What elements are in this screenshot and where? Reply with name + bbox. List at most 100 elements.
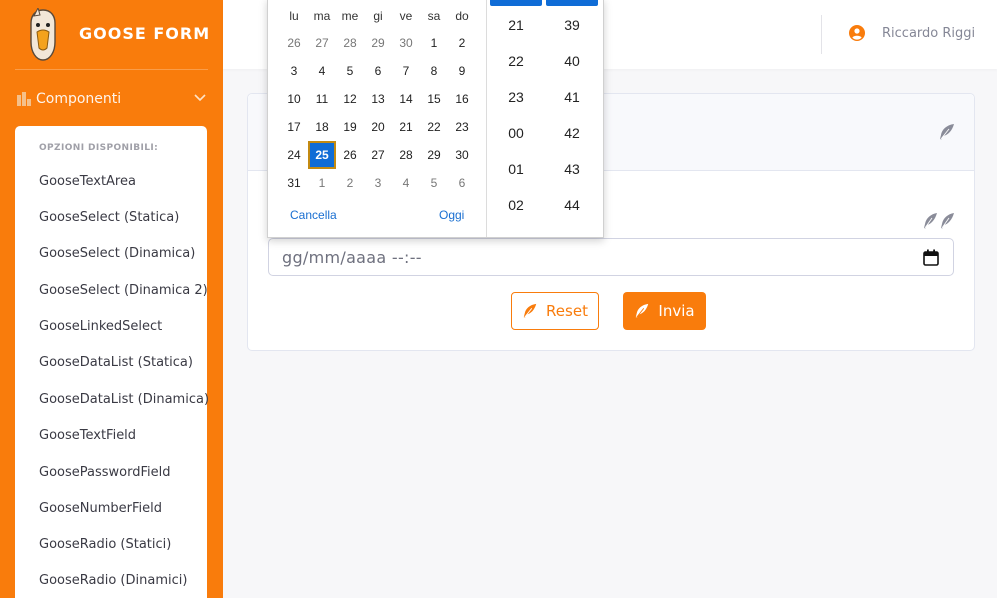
hour-option[interactable]: 21 — [490, 7, 542, 43]
calendar-day[interactable]: 24 — [280, 141, 308, 169]
feather-pair-icon — [924, 213, 954, 229]
topbar-divider — [821, 15, 822, 54]
calendar-day[interactable]: 15 — [420, 85, 448, 113]
minute-option[interactable]: 41 — [546, 79, 598, 115]
sidebar-item-gooseselect-statica[interactable]: GooseSelect (Statica) — [39, 210, 179, 225]
sidebar: GOOSE FORM Componenti OPZIONI DISPONIBIL… — [0, 0, 223, 598]
reset-label: Reset — [546, 302, 588, 320]
calendar-day[interactable]: 8 — [420, 57, 448, 85]
hour-option[interactable]: 22 — [490, 43, 542, 79]
picker-divider — [486, 0, 487, 237]
hour-option[interactable]: 23 — [490, 79, 542, 115]
hour-option[interactable]: 02 — [490, 187, 542, 223]
calendar-day[interactable]: 5 — [420, 169, 448, 197]
calendar-day[interactable]: 31 — [280, 169, 308, 197]
datetime-input[interactable]: gg/mm/aaaa --:-- — [268, 238, 954, 276]
submenu-header: OPZIONI DISPONIBILI: — [39, 143, 159, 153]
send-label: Invia — [658, 302, 695, 320]
minute-option[interactable]: 40 — [546, 43, 598, 79]
calendar-day[interactable]: 25 — [308, 141, 336, 169]
calendar-day[interactable]: 14 — [392, 85, 420, 113]
calendar-day[interactable]: 2 — [336, 169, 364, 197]
calendar-day[interactable]: 13 — [364, 85, 392, 113]
calendar-day[interactable]: 7 — [392, 57, 420, 85]
calendar-day[interactable]: 19 — [336, 113, 364, 141]
sidebar-item-goosenumberfield[interactable]: GooseNumberField — [39, 501, 162, 516]
minute-option[interactable]: 43 — [546, 151, 598, 187]
datetime-picker: lu ma me gi ve sa do 26 27 28 29 30 1 2 3 4 5 6 7 8 9… — [267, 0, 604, 238]
calendar-day[interactable]: 23 — [448, 113, 476, 141]
calendar-day[interactable]: 18 — [308, 113, 336, 141]
calendar-day[interactable]: 1 — [308, 169, 336, 197]
user-menu[interactable]: Riccardo Riggi — [849, 25, 975, 41]
minute-option[interactable]: 44 — [546, 187, 598, 223]
hour-option[interactable]: 01 — [490, 151, 542, 187]
sidebar-item-gooseselect-dinamica-2[interactable]: GooseSelect (Dinamica 2) — [39, 283, 208, 298]
calendar-day[interactable]: 16 — [448, 85, 476, 113]
sidebar-submenu: OPZIONI DISPONIBILI: GooseTextArea Goose… — [15, 126, 209, 598]
calendar-day[interactable]: 29 — [364, 29, 392, 57]
brand[interactable]: GOOSE FORM — [0, 0, 223, 70]
calendar-day[interactable]: 4 — [392, 169, 420, 197]
cancel-button[interactable]: Cancella — [290, 208, 337, 222]
sidebar-divider — [15, 69, 208, 70]
user-circle-icon — [849, 25, 865, 41]
weekday-label: me — [341, 9, 359, 23]
calendar-day[interactable]: 6 — [448, 169, 476, 197]
calendar-day[interactable]: 9 — [448, 57, 476, 85]
calendar-day[interactable]: 27 — [364, 141, 392, 169]
sidebar-item-goosedatalist-dinamica[interactable]: GooseDataList (Dinamica) — [39, 392, 209, 407]
calendar-day[interactable]: 4 — [308, 57, 336, 85]
sidebar-item-gooselinkedselect[interactable]: GooseLinkedSelect — [39, 319, 162, 334]
calendar-day[interactable]: 26 — [280, 29, 308, 57]
minute-option[interactable]: 39 — [546, 7, 598, 43]
feather-icon — [523, 303, 537, 318]
calendar-day[interactable]: 1 — [420, 29, 448, 57]
sidebar-item-gooseradio-statici[interactable]: GooseRadio (Statici) — [39, 537, 171, 552]
calendar-day[interactable]: 28 — [392, 141, 420, 169]
hour-option[interactable]: 00 — [490, 115, 542, 151]
calendar-day[interactable]: 11 — [308, 85, 336, 113]
calendar-day[interactable]: 10 — [280, 85, 308, 113]
sidebar-item-goosedatalist-statica[interactable]: GooseDataList (Statica) — [39, 355, 193, 370]
calendar-day[interactable]: 6 — [364, 57, 392, 85]
weekday-label: sa — [427, 9, 441, 23]
calendar-day[interactable]: 28 — [336, 29, 364, 57]
reset-button[interactable]: Reset — [511, 292, 599, 330]
calendar-day[interactable]: 3 — [280, 57, 308, 85]
sidebar-item-goosetextfield[interactable]: GooseTextField — [39, 428, 136, 443]
calendar-day[interactable]: 22 — [420, 113, 448, 141]
weekday-label: gi — [373, 9, 383, 23]
user-name: Riccardo Riggi — [882, 25, 976, 41]
chevron-down-icon — [194, 94, 206, 102]
sidebar-item-goosepasswordfield[interactable]: GoosePasswordField — [39, 465, 170, 480]
sidebar-item-gooseselect-dinamica[interactable]: GooseSelect (Dinamica) — [39, 246, 195, 261]
sidebar-item-gooseradio-dinamici[interactable]: GooseRadio (Dinamici) — [39, 573, 187, 588]
send-button[interactable]: Invia — [623, 292, 706, 330]
calendar-day[interactable]: 29 — [420, 141, 448, 169]
today-button[interactable]: Oggi — [439, 208, 464, 222]
sidebar-menu-componenti[interactable]: Componenti — [16, 86, 211, 112]
calendar-day[interactable]: 26 — [336, 141, 364, 169]
sidebar-item-goosetextarea[interactable]: GooseTextArea — [39, 174, 136, 189]
minute-option[interactable]: 42 — [546, 115, 598, 151]
calendar-day[interactable]: 2 — [448, 29, 476, 57]
weekday-label: ve — [399, 9, 413, 23]
feather-icon — [636, 303, 649, 318]
calendar-day[interactable]: 17 — [280, 113, 308, 141]
datetime-placeholder: gg/mm/aaaa --:-- — [282, 247, 422, 267]
hour-selected-bar — [490, 0, 542, 6]
calendar-day[interactable]: 27 — [308, 29, 336, 57]
weekday-label: ma — [313, 9, 331, 23]
calendar-day[interactable]: 20 — [364, 113, 392, 141]
chart-bar-icon — [17, 92, 31, 106]
picker-calendar: lu ma me gi ve sa do 26 27 28 29 30 1 2 3 4 5 6 7 8 9… — [268, 0, 486, 237]
weekday-label: lu — [289, 9, 299, 23]
calendar-day[interactable]: 12 — [336, 85, 364, 113]
calendar-day[interactable]: 21 — [392, 113, 420, 141]
calendar-icon[interactable] — [923, 249, 939, 266]
calendar-day[interactable]: 5 — [336, 57, 364, 85]
calendar-day[interactable]: 30 — [448, 141, 476, 169]
calendar-day[interactable]: 3 — [364, 169, 392, 197]
calendar-day[interactable]: 30 — [392, 29, 420, 57]
